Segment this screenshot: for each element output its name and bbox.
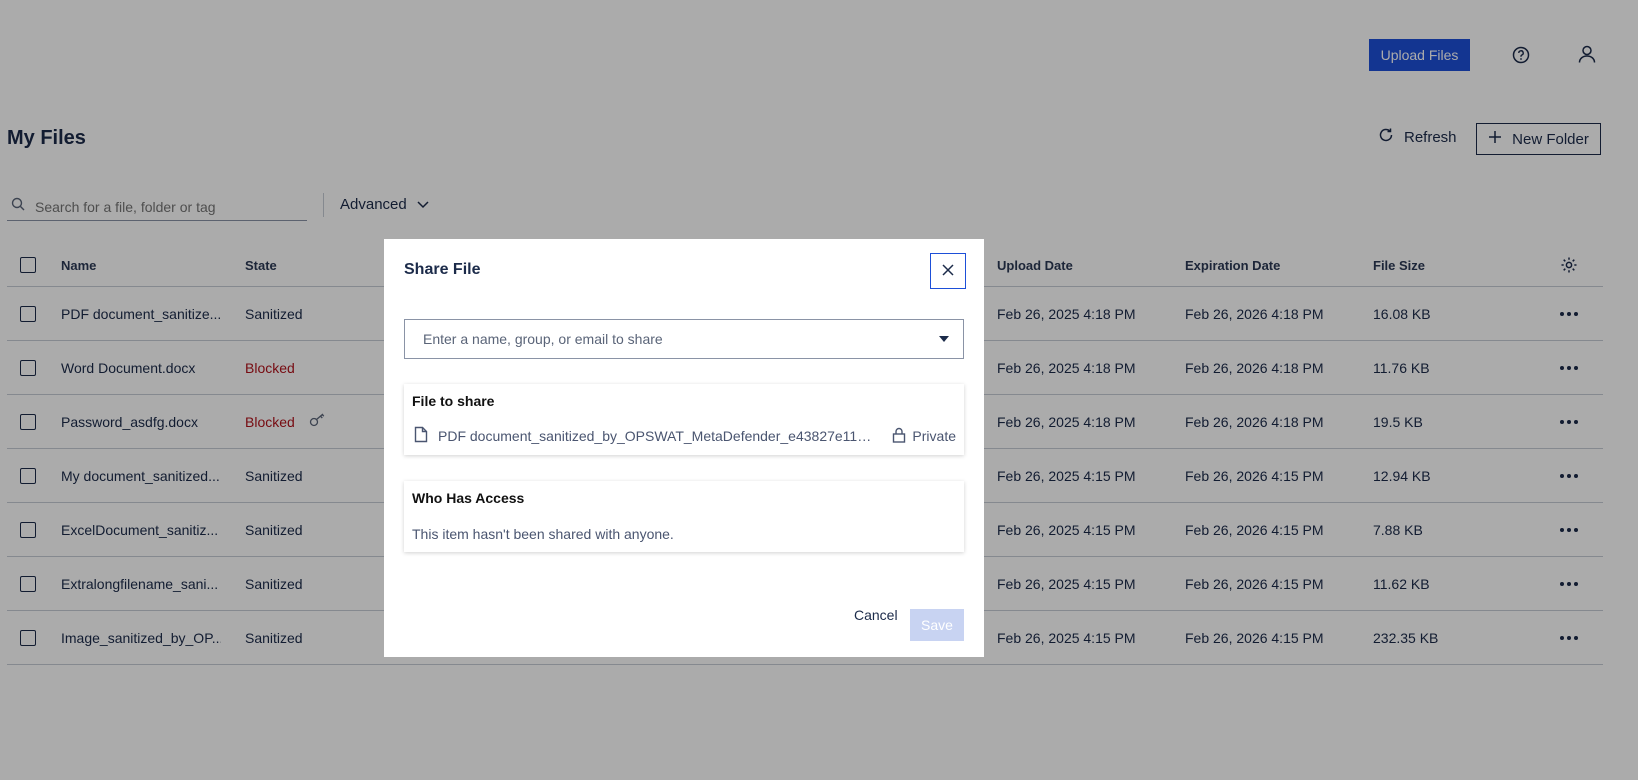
who-has-access-heading: Who Has Access [412,490,525,506]
cancel-button[interactable]: Cancel [854,607,898,623]
close-button[interactable] [930,253,966,289]
dialog-title: Share File [404,261,481,278]
caret-down-icon [939,336,949,342]
shared-file-line: PDF document_sanitized_by_OPSWAT_MetaDef… [414,426,956,446]
lock-icon [892,427,906,446]
access-empty-text: This item hasn't been shared with anyone… [412,526,674,542]
file-icon [414,426,428,446]
share-file-dialog: Share File Enter a name, group, or email… [384,239,984,657]
file-to-share-card: File to share PDF document_sanitized_by_… [404,384,964,455]
share-recipient-placeholder: Enter a name, group, or email to share [423,331,663,347]
file-to-share-heading: File to share [412,393,495,409]
shared-file-name: PDF document_sanitized_by_OPSWAT_MetaDef… [438,428,878,444]
close-icon [942,263,954,279]
save-button[interactable]: Save [910,609,964,641]
who-has-access-card: Who Has Access This item hasn't been sha… [404,481,964,552]
privacy-status: Private [892,427,956,446]
privacy-label: Private [912,428,956,444]
share-recipient-select[interactable]: Enter a name, group, or email to share [404,319,964,359]
